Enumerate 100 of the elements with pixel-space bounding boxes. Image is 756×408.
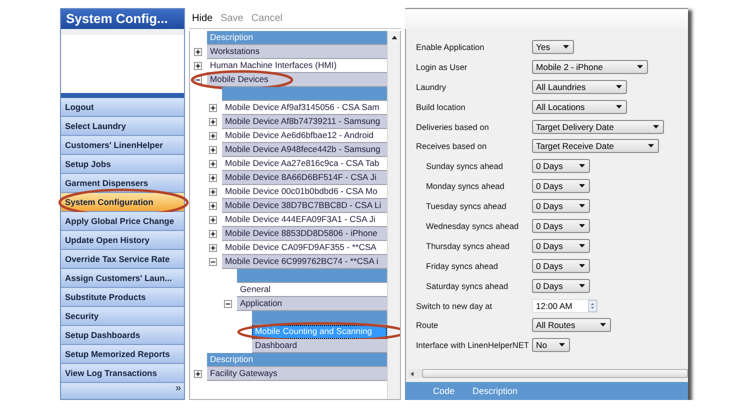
toolbar-button[interactable]: Hide [189,12,216,24]
field-label: Route [416,320,440,330]
sidebar-item[interactable]: Setup Jobs [61,155,184,174]
dropdown[interactable]: All Locations [532,100,627,114]
sidebar-item[interactable]: Assign Customers' Laun... [61,269,184,288]
field-label: Laundry [416,82,447,92]
field-label: Build location [416,102,466,112]
sidebar-item[interactable]: Logout [61,98,184,117]
caret-icon [579,224,585,228]
caret-icon [579,284,585,288]
tree-row[interactable]: Mobile Device Af8b74739211 - Samsung [222,115,387,129]
field-label: Tuesday syncs ahead [425,201,508,212]
sidebar-item[interactable]: Apply Global Price Change [61,212,184,231]
sidebar-item[interactable]: Setup Dashboards [61,326,184,345]
sidebar-item[interactable]: System Configuration [61,193,184,212]
expander-icon[interactable] [209,132,217,140]
expander-icon[interactable] [209,202,217,210]
expander-icon[interactable] [194,62,202,70]
tree-row[interactable]: Dashboard [252,339,387,353]
tree-row[interactable]: General [237,283,387,297]
expander-icon[interactable] [194,48,202,56]
field-label: Deliveries based on [416,122,490,132]
expander-icon[interactable] [194,370,202,378]
expander-icon[interactable] [209,244,217,252]
dropdown[interactable]: 0 Days [532,159,590,174]
dropdown[interactable]: 0 Days [532,179,590,194]
expander-icon[interactable] [209,146,217,154]
time-field[interactable]: 12:00 AM [532,298,598,313]
tree-row[interactable]: Mobile Device CA09FD9AF355 - **CSA [222,241,387,255]
caret-icon [616,84,622,89]
tree-row[interactable]: Mobile Device Aa27e816c9ca - CSA Tab [222,157,387,171]
column-header: Description [472,386,518,396]
dropdown[interactable]: Target Delivery Date [532,120,664,134]
sidebar-item[interactable]: Setup Memorized Reports [61,345,184,364]
sidebar-item[interactable]: Customers' LinenHelper [61,136,184,155]
sidebar-item[interactable]: View Log Transactions [61,364,184,383]
tree-row[interactable]: Mobile Device Af9af3145056 - CSA Sam [222,101,387,115]
sidebar-item[interactable]: Update Open History [61,231,184,250]
tree-row[interactable]: Workstations [207,45,387,59]
dropdown[interactable]: 0 Days [532,199,590,214]
caret-icon [579,164,585,168]
caret-icon [563,44,569,49]
expander-icon[interactable] [209,188,217,196]
tree-row[interactable]: Application [237,297,387,311]
tree-row[interactable]: Mobile Device A948fece442b - Samsung [222,143,387,157]
expander-icon[interactable] [209,174,217,182]
tree-row[interactable]: Mobile Devices [207,73,387,87]
expander-icon[interactable] [209,258,217,266]
dropdown[interactable]: No [532,338,570,352]
dropdown[interactable]: All Routes [532,318,611,332]
tree-row[interactable]: Mobile Device 38D7BC7BBC8D - CSA Li [222,199,387,213]
field-label: Saturday syncs ahead [425,280,510,291]
caret-icon [600,323,606,328]
expander-icon[interactable] [209,118,217,126]
dropdown[interactable]: Yes [532,40,574,54]
column-header: Code [433,386,455,396]
field-label: Enable Application [416,42,486,52]
field-label: Wednesday syncs ahead [425,220,520,231]
vertical-scrollbar[interactable] [387,31,400,399]
sidebar-title: System Config... [61,9,184,29]
field-label: Monday syncs ahead [425,181,506,192]
tree-row[interactable]: Mobile Device 8A66D6BF514F - CSA Ji [222,171,387,185]
dropdown[interactable]: 0 Days [532,238,590,253]
tree-row[interactable]: Mobile Device 6C999762BC74 - **CSA i [222,255,387,269]
field-label: Interface with LinenHelperNET [416,340,530,350]
tree-row[interactable]: Facility Gateways [207,367,387,381]
dropdown[interactable]: 0 Days [532,258,590,273]
sidebar-item[interactable]: Substitute Products [61,288,184,307]
dropdown[interactable]: Target Receive Date [532,139,659,154]
expander-icon[interactable] [209,216,217,224]
splitter-grip[interactable] [61,93,184,98]
field-label: Sunday syncs ahead [425,161,504,172]
field-label: Switch to new day at [416,300,494,311]
caret-icon [616,104,622,109]
dropdown[interactable]: 0 Days [532,218,590,233]
caret-icon [579,204,585,208]
tree-row[interactable]: Mobile Device 00c01b0bdbd6 - CSA Mo [222,185,387,199]
caret-icon [648,144,654,148]
sidebar-item[interactable]: Garment Dispensers [61,174,184,193]
expander-icon[interactable] [224,300,232,308]
caret-icon [653,124,659,128]
overflow-button[interactable]: » [172,383,184,395]
expander-icon[interactable] [209,230,217,238]
dropdown[interactable]: Mobile 2 - iPhone [532,60,648,74]
field-label: Friday syncs ahead [425,260,499,271]
expander-icon[interactable] [209,160,217,168]
dropdown[interactable]: All Laundries [532,80,627,94]
scroll-left-icon[interactable] [408,370,416,378]
tree-row[interactable]: Mobile Device 8853DD8D5806 - iPhone [222,227,387,241]
sidebar-item[interactable]: Override Tax Service Rate [61,250,184,269]
tree-row[interactable]: Human Machine Interfaces (HMI) [207,59,387,73]
sidebar-item[interactable]: Select Laundry [61,117,184,136]
spinner-icon[interactable] [588,300,597,312]
scroll-up-icon[interactable] [390,33,398,42]
tree-row[interactable]: Mobile Device Ae6d6bfbae12 - Android [222,129,387,143]
expander-icon[interactable] [209,104,217,112]
sidebar-item[interactable]: Security [61,307,184,326]
caret-icon [579,184,585,188]
tree-row[interactable]: Mobile Device 444EFA09F3A1 - CSA Ji [222,213,387,227]
dropdown[interactable]: 0 Days [532,278,590,293]
